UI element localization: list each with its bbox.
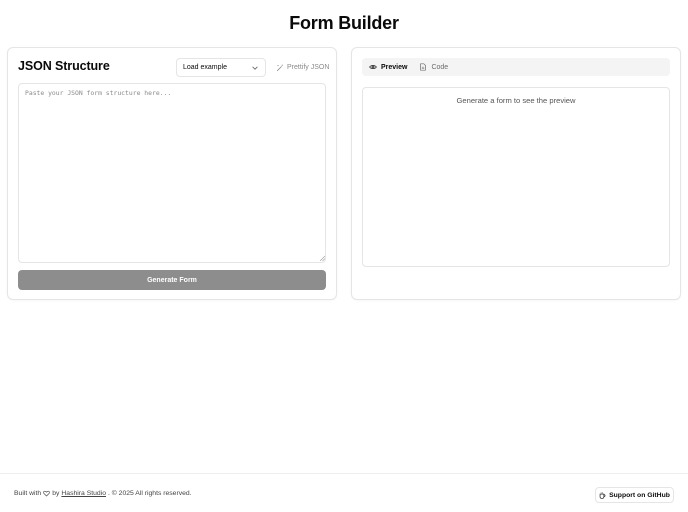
tab-preview-label: Preview [381,63,408,71]
json-structure-title: JSON Structure [18,59,110,73]
preview-tabs: Preview Code [362,58,670,76]
prettify-json-label: Prettify JSON [287,64,330,71]
tab-code[interactable]: Code [414,60,453,74]
preview-card: Preview Code Generate a form to see the … [351,47,681,300]
form-preview-area: Generate a form to see the preview [362,87,670,267]
json-structure-header: JSON Structure Load example Prettify JSO… [18,58,329,78]
built-with-text: Built with [14,490,42,497]
preview-empty-message: Generate a form to see the preview [456,96,576,105]
hashira-studio-link[interactable]: Hashira Studio [61,490,106,497]
tab-code-label: Code [431,63,449,71]
coffee-icon [599,492,606,499]
chevron-down-icon [252,66,258,70]
footer: Built with by Hashira Studio. © 2025 All… [0,473,688,512]
support-on-github-label: Support on GitHub [609,491,670,499]
generate-form-button[interactable]: Generate Form [18,270,326,290]
load-example-select[interactable]: Load example [176,58,266,77]
json-structure-input[interactable] [18,83,326,263]
app-page: Form Builder JSON Structure Load example [0,0,688,512]
support-on-github-button[interactable]: Support on GitHub [595,487,674,503]
tab-preview[interactable]: Preview [364,60,412,74]
file-icon [420,63,427,71]
eye-icon [369,65,377,69]
by-text: by [52,490,60,497]
resize-grip-icon[interactable] [319,255,325,261]
heart-icon [43,490,50,497]
page-title: Form Builder [289,13,399,33]
wand-icon [276,64,283,71]
footer-credits: Built with by Hashira Studio. © 2025 All… [14,490,192,497]
prettify-json-button[interactable]: Prettify JSON [272,58,336,77]
load-example-value: Load example [183,64,227,71]
json-structure-card: JSON Structure Load example Prettify JSO… [7,47,337,300]
rights-text: . © 2025 All rights reserved. [107,490,192,497]
